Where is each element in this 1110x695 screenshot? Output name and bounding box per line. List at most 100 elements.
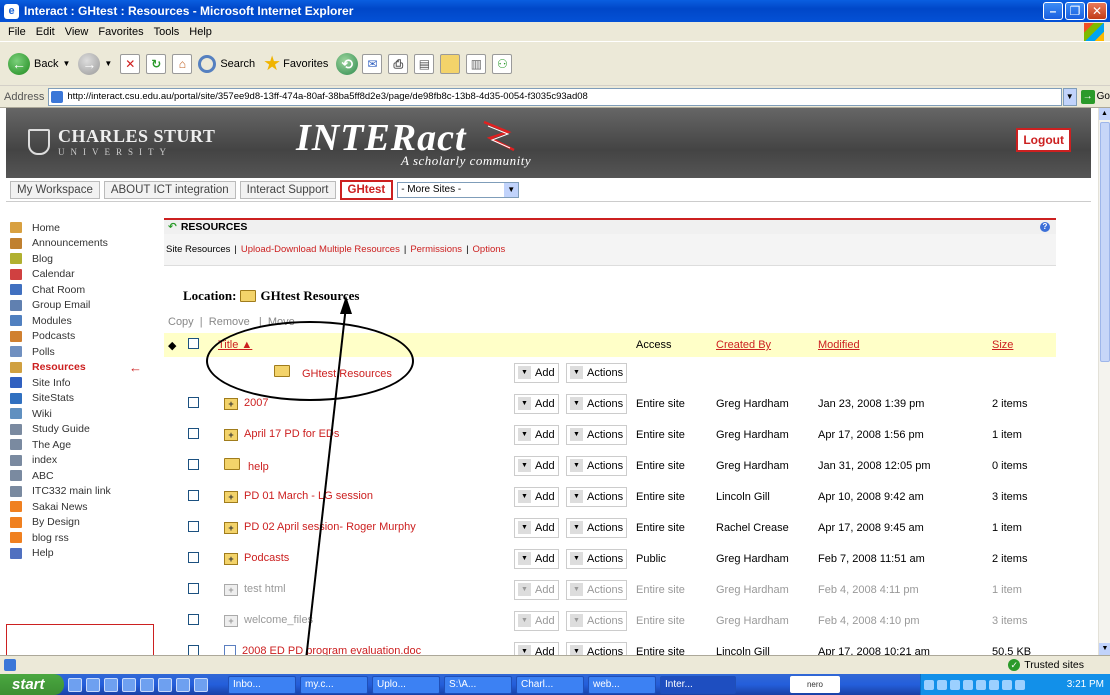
history-icon[interactable]: ⟲ xyxy=(336,52,359,75)
quicklaunch-icon[interactable] xyxy=(176,677,190,692)
sidebar-item-sitestats[interactable]: SiteStats xyxy=(6,391,154,407)
sidebar-item-abc[interactable]: ABC xyxy=(6,468,154,484)
row-checkbox[interactable] xyxy=(188,419,218,450)
menu-favorites[interactable]: Favorites xyxy=(98,26,143,38)
add-dropdown[interactable]: ▼ Add xyxy=(514,517,559,538)
folder-expand-icon[interactable]: + xyxy=(224,490,238,503)
sidebar-item-chat-room[interactable]: Chat Room xyxy=(6,282,154,298)
sidebar-item-resources[interactable]: Resources ← xyxy=(6,360,154,376)
col-modified[interactable]: Modified xyxy=(818,333,992,357)
task-charles[interactable]: Charl... xyxy=(516,675,584,694)
quicklaunch-icon[interactable] xyxy=(68,677,82,692)
forward-button[interactable]: → ▼ xyxy=(78,52,112,75)
item-name[interactable]: welcome_files xyxy=(244,614,313,626)
row-checkbox[interactable] xyxy=(188,388,218,419)
remove-action[interactable]: Remove xyxy=(209,316,250,328)
quicklaunch-icon[interactable] xyxy=(140,677,154,692)
menu-edit[interactable]: Edit xyxy=(36,26,55,38)
actions-dropdown[interactable]: ▼ Actions xyxy=(566,393,628,414)
quicklaunch-icon[interactable] xyxy=(104,677,118,692)
stop-icon[interactable]: ✕ xyxy=(120,53,141,74)
add-dropdown[interactable]: ▼ Add xyxy=(514,548,559,569)
scroll-up-icon[interactable]: ▲ xyxy=(1099,108,1110,120)
tab-about-ict[interactable]: ABOUT ICT integration xyxy=(103,180,236,199)
sidebar-item-by-design[interactable]: By Design xyxy=(6,515,154,531)
scroll-down-icon[interactable]: ▼ xyxy=(1099,643,1110,655)
tray-icon[interactable] xyxy=(1015,679,1025,690)
add-dropdown[interactable]: ▼ Add xyxy=(514,424,559,445)
task-inbox[interactable]: Inbo... xyxy=(228,675,296,694)
folder-expand-icon[interactable]: + xyxy=(224,552,238,565)
item-name[interactable]: PD 01 March - LG session xyxy=(244,490,373,502)
start-button[interactable]: start xyxy=(0,674,64,695)
task-web[interactable]: web... xyxy=(588,675,656,694)
logout-button[interactable]: Logout xyxy=(1016,128,1071,152)
add-dropdown[interactable]: ▼ Add xyxy=(514,579,559,600)
nav-options[interactable]: Options xyxy=(473,244,506,255)
row-checkbox[interactable] xyxy=(188,543,218,574)
tray-icon[interactable] xyxy=(1002,679,1012,690)
vertical-scrollbar[interactable]: ▲ ▼ xyxy=(1098,108,1110,655)
task-upload[interactable]: Uplo... xyxy=(372,675,440,694)
item-name[interactable]: PD 02 April session- Roger Murphy xyxy=(244,521,416,533)
row-checkbox[interactable] xyxy=(188,636,218,655)
folder-icon[interactable] xyxy=(440,53,461,74)
sidebar-item-site-info[interactable]: Site Info xyxy=(6,375,154,391)
go-button[interactable]: → Go xyxy=(1080,89,1110,104)
sidebar-item-blog[interactable]: Blog xyxy=(6,251,154,267)
sidebar-item-itc332-main-link[interactable]: ITC332 main link xyxy=(6,484,154,500)
nav-permissions[interactable]: Permissions xyxy=(410,244,462,255)
row-checkbox[interactable] xyxy=(188,574,218,605)
minimize-button[interactable]: – xyxy=(1043,2,1063,20)
research-icon[interactable]: ▥ xyxy=(466,53,487,74)
actions-dropdown[interactable]: ▼ Actions xyxy=(566,548,628,569)
actions-dropdown[interactable]: ▼ Actions xyxy=(566,362,628,383)
add-dropdown[interactable]: ▼ Add xyxy=(514,486,559,507)
search-button[interactable]: Search xyxy=(198,54,255,73)
add-dropdown[interactable]: ▼ Add xyxy=(514,610,559,631)
folder-expand-icon[interactable]: + xyxy=(224,614,238,627)
task-interact[interactable]: Inter... xyxy=(660,675,736,694)
sidebar-item-the-age[interactable]: The Age xyxy=(6,437,154,453)
col-created-by[interactable]: Created By xyxy=(716,333,818,357)
expand-all-icon[interactable]: ◆ xyxy=(164,333,188,357)
sidebar-item-home[interactable]: Home xyxy=(6,220,154,236)
sidebar-item-blog-rss[interactable]: blog rss xyxy=(6,530,154,546)
row-checkbox[interactable] xyxy=(188,605,218,636)
actions-dropdown[interactable]: ▼ Actions xyxy=(566,517,628,538)
row-checkbox[interactable] xyxy=(188,481,218,512)
home-icon[interactable]: ⌂ xyxy=(172,53,193,74)
tray-icon[interactable] xyxy=(950,679,960,690)
actions-dropdown[interactable]: ▼ Actions xyxy=(566,486,628,507)
item-name[interactable]: GHtest Resources xyxy=(302,368,392,380)
menu-help[interactable]: Help xyxy=(189,26,212,38)
sidebar-item-modules[interactable]: Modules xyxy=(6,313,154,329)
messenger-icon[interactable]: ⚇ xyxy=(492,53,513,74)
favorites-button[interactable]: ★ Favorites xyxy=(263,51,328,76)
maximize-button[interactable]: ❐ xyxy=(1065,2,1085,20)
scroll-thumb[interactable] xyxy=(1100,122,1110,362)
sidebar-item-sakai-news[interactable]: Sakai News xyxy=(6,499,154,515)
sidebar-item-wiki[interactable]: Wiki xyxy=(6,406,154,422)
print-icon[interactable]: ⎙ xyxy=(388,53,409,74)
sidebar-item-index[interactable]: index xyxy=(6,453,154,469)
sidebar-item-calendar[interactable]: Calendar xyxy=(6,267,154,283)
refresh-icon[interactable]: ↻ xyxy=(146,53,167,74)
tab-ghtest[interactable]: GHtest xyxy=(339,179,394,200)
item-name[interactable]: test html xyxy=(244,583,286,595)
item-name[interactable]: Podcasts xyxy=(244,552,289,564)
menu-file[interactable]: File xyxy=(8,26,26,38)
tab-interact-support[interactable]: Interact Support xyxy=(239,180,336,199)
add-dropdown[interactable]: ▼ Add xyxy=(514,362,559,383)
add-dropdown[interactable]: ▼ Add xyxy=(514,393,559,414)
copy-action[interactable]: Copy xyxy=(168,316,194,328)
folder-expand-icon[interactable]: + xyxy=(224,428,238,441)
sidebar-item-podcasts[interactable]: Podcasts xyxy=(6,329,154,345)
folder-expand-icon[interactable]: + xyxy=(224,583,238,596)
actions-dropdown[interactable]: ▼ Actions xyxy=(566,455,628,476)
sidebar-item-study-guide[interactable]: Study Guide xyxy=(6,422,154,438)
actions-dropdown[interactable]: ▼ Actions xyxy=(566,610,628,631)
edit-icon[interactable]: ▤ xyxy=(414,53,435,74)
tray-icon[interactable] xyxy=(963,679,973,690)
help-icon[interactable]: ? xyxy=(1040,222,1050,232)
